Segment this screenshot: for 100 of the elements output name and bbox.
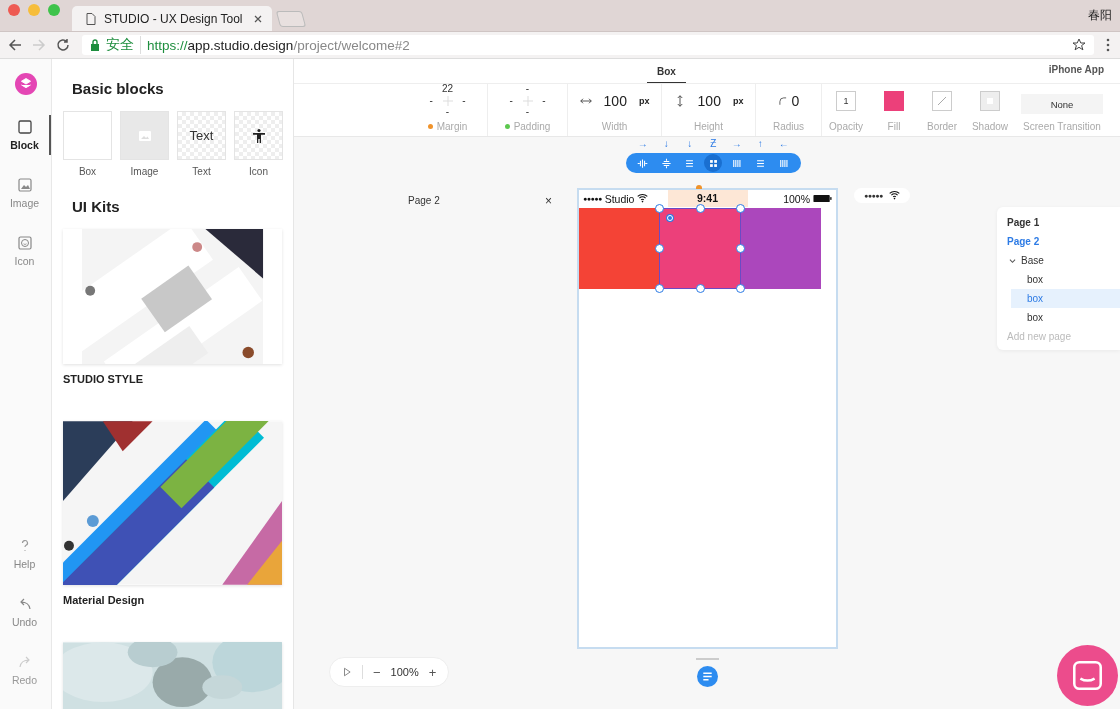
transition-dropdown[interactable]: None: [1021, 94, 1103, 114]
section-title: UI Kits: [72, 198, 121, 215]
border-swatch[interactable]: [932, 91, 952, 111]
layout-icon: [707, 157, 719, 169]
block-label: Image: [130, 166, 159, 177]
menu-icon[interactable]: [1104, 38, 1112, 52]
address-bar[interactable]: 安全 https://app.studio.design/project/welcome#2: [82, 35, 1094, 55]
property-label: Screen Transition: [1023, 121, 1101, 132]
fill-swatch[interactable]: [884, 91, 904, 111]
wifi-icon: [637, 193, 649, 204]
zoom-level: 100%: [390, 666, 419, 678]
property-label: Shadow: [971, 121, 1009, 132]
layer-item[interactable]: box: [997, 308, 1120, 327]
layout-button[interactable]: [704, 154, 723, 172]
rail-button[interactable]: Undo: [0, 592, 51, 632]
rail-item[interactable]: Image: [0, 173, 51, 213]
reload-icon[interactable]: [56, 38, 70, 52]
back-icon[interactable]: [8, 38, 22, 52]
radius-value[interactable]: 0: [791, 93, 800, 109]
box-block-tile[interactable]: [63, 111, 112, 160]
width-value[interactable]: 100: [603, 93, 627, 109]
user-name: 春阳: [1088, 7, 1113, 24]
star-icon[interactable]: [1072, 38, 1086, 52]
layer-name: Base: [1021, 255, 1044, 266]
block-label: Icon: [249, 166, 268, 177]
kit-name[interactable]: STUDIO STYLE: [63, 373, 282, 385]
battery-level: 100%: [783, 192, 810, 205]
icon-block-tile[interactable]: [234, 111, 283, 160]
layout-icon: [731, 157, 743, 169]
close-button[interactable]: ×: [545, 194, 552, 208]
battery-icon: [813, 194, 832, 203]
direction-arrow[interactable]: ↓: [687, 138, 693, 150]
shadow-swatch[interactable]: [980, 91, 1000, 111]
margin-control[interactable]: 22 - - -: [427, 84, 468, 117]
corner-icon: [777, 96, 788, 106]
direction-arrow[interactable]: →: [637, 138, 648, 150]
text-block-tile[interactable]: Text: [177, 111, 226, 160]
direction-arrow[interactable]: ←: [778, 138, 789, 150]
layout-icon: [778, 157, 790, 169]
layer-item[interactable]: box: [997, 270, 1120, 289]
text-align-icon[interactable]: [697, 666, 718, 687]
kit-name[interactable]: Material Design: [63, 594, 282, 606]
device-label[interactable]: iPhone App: [1048, 64, 1120, 83]
unit-label[interactable]: px: [732, 96, 744, 106]
wifi-icon: [888, 190, 900, 201]
layout-icon: [660, 157, 672, 169]
carrier-name: Studio: [604, 192, 635, 205]
square-icon: [16, 119, 33, 135]
person-icon: [250, 127, 267, 144]
zoom-in-button[interactable]: +: [428, 664, 437, 680]
chat-icon[interactable]: [1057, 645, 1118, 706]
property-label: Height: [694, 121, 723, 132]
property-label: Opacity: [829, 121, 863, 132]
tab-title: STUDIO - UX Design Tool: [104, 11, 244, 26]
resize-handle[interactable]: [655, 204, 664, 213]
close-icon[interactable]: [254, 14, 262, 23]
resize-handle[interactable]: [655, 284, 664, 293]
layer-item[interactable]: box: [1011, 289, 1120, 308]
resize-handle[interactable]: [655, 244, 664, 253]
image-icon: [16, 177, 33, 193]
crosshair-icon: [522, 96, 533, 106]
editor-tab[interactable]: Box: [646, 66, 686, 83]
page-label[interactable]: Page 2: [408, 195, 440, 206]
layout-icon: [754, 157, 766, 169]
opacity-field[interactable]: 1: [836, 91, 856, 111]
property-label: Margin: [436, 121, 468, 132]
direction-arrow[interactable]: Ƶ: [710, 138, 717, 150]
browser-tab[interactable]: STUDIO - UX Design Tool: [72, 6, 272, 31]
layout-icon: [684, 157, 696, 169]
zoom-out-button[interactable]: −: [373, 664, 381, 680]
resize-handle[interactable]: [696, 204, 705, 213]
lock-icon: [90, 39, 100, 51]
resize-handle[interactable]: [696, 284, 705, 293]
unit-label[interactable]: px: [638, 96, 650, 106]
rail-item[interactable]: Icon: [0, 231, 51, 271]
close-window-button[interactable]: [8, 3, 20, 16]
layer-item[interactable]: Base: [997, 251, 1120, 270]
url-text: https://app.studio.design/project/welcome#2: [147, 37, 410, 53]
crosshair-icon: [442, 96, 453, 106]
height-value[interactable]: 100: [697, 93, 721, 109]
direction-arrow[interactable]: ↓: [663, 138, 669, 150]
padding-control[interactable]: - - - -: [507, 84, 548, 117]
image-block-tile[interactable]: [120, 111, 169, 160]
property-label: Radius: [772, 121, 805, 132]
layout-icon: [637, 157, 649, 169]
secure-label: 安全: [106, 36, 141, 54]
status-time: 9:41: [667, 190, 748, 207]
layer-item[interactable]: Page 2: [997, 232, 1120, 251]
logo-icon[interactable]: [14, 73, 37, 95]
document-icon: [86, 12, 96, 25]
block-label: Text: [192, 166, 211, 177]
direction-arrow[interactable]: →: [731, 138, 742, 150]
property-label: Fill: [887, 121, 901, 132]
layer-item[interactable]: Page 1: [997, 213, 1120, 232]
caret-icon[interactable]: [1009, 257, 1016, 264]
anchor-handle[interactable]: [667, 215, 673, 221]
horizontal-arrow-icon: [579, 95, 592, 107]
direction-arrow[interactable]: ↑: [757, 138, 763, 150]
drag-handle[interactable]: [696, 658, 719, 660]
play-icon[interactable]: [342, 667, 352, 677]
